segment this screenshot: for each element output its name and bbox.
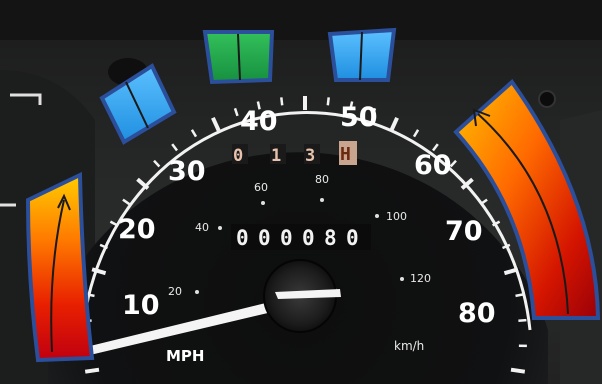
unit-label-kmh: km/h [394, 339, 424, 353]
mph-label-20: 20 [118, 214, 156, 245]
odometer-digit-1: 0 [258, 226, 271, 250]
odometer-digit-0: 0 [236, 226, 249, 250]
odometer-digit-3: 0 [302, 226, 315, 250]
zone-green [202, 30, 275, 85]
speedometer-illustration: 10 20 30 40 50 60 70 80 20 40 60 80 100 … [0, 0, 602, 384]
kmh-dot-20 [195, 290, 199, 294]
odometer-digit-2: 0 [280, 226, 293, 250]
trip-last-digit: H [340, 144, 351, 165]
mph-label-70: 70 [445, 216, 483, 247]
dial-tick [280, 97, 284, 106]
dial-tick [326, 97, 330, 106]
dial-tick [518, 318, 527, 322]
kmh-dot-40 [218, 226, 222, 230]
unit-label-mph: MPH [166, 347, 204, 365]
kmh-dot-100 [375, 214, 379, 218]
dial-tick [510, 367, 526, 374]
kmh-label-60: 60 [254, 181, 268, 194]
kmh-dot-120 [400, 277, 404, 281]
kmh-label-120: 120 [410, 272, 431, 285]
mph-label-80: 80 [458, 298, 496, 329]
trip-digit-2: 3 [305, 146, 315, 166]
dashboard-top-bezel [0, 0, 602, 40]
mph-label-10: 10 [122, 290, 160, 321]
speedometer-photo: 10 20 30 40 50 60 70 80 20 40 60 80 100 … [0, 0, 602, 384]
dial-tick [84, 367, 100, 374]
right-knob [538, 90, 556, 108]
zone-red-left [25, 171, 95, 363]
mph-label-60: 60 [414, 150, 452, 181]
odometer: 0 0 0 0 8 0 [231, 224, 371, 250]
mph-label-30: 30 [168, 156, 206, 187]
kmh-label-80: 80 [315, 173, 329, 186]
trip-digit-0: 0 [233, 146, 243, 166]
kmh-dot-80 [320, 198, 324, 202]
kmh-label-40: 40 [195, 221, 209, 234]
kmh-dot-60 [261, 201, 265, 205]
mph-label-40: 40 [240, 106, 278, 137]
odometer-digit-4: 8 [324, 226, 337, 250]
trip-digit-1: 1 [271, 146, 281, 166]
dial-tick [515, 293, 524, 298]
odometer-digit-5: 0 [346, 226, 359, 250]
kmh-label-20: 20 [168, 285, 182, 298]
zone-blue-right [327, 27, 397, 82]
mph-label-50: 50 [340, 102, 378, 133]
kmh-label-100: 100 [386, 210, 407, 223]
